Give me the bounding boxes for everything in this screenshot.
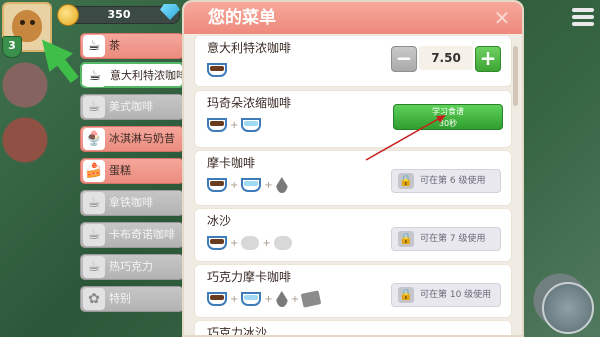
cream-icon — [273, 236, 292, 250]
unlock-level-text: 可在第 10 级使用 — [420, 290, 492, 300]
menu-item: 玛奇朵浓缩咖啡 + 学习食谱 30秒 — [194, 90, 512, 148]
category-special[interactable]: ✿ 特别 — [80, 286, 184, 312]
close-icon[interactable]: ✕ — [492, 8, 512, 28]
unlock-level-text: 可在第 6 级使用 — [420, 176, 486, 186]
unlock-level-text: 可在第 7 级使用 — [420, 234, 486, 244]
panel-title: 您的菜单 — [208, 8, 276, 28]
scrollbar[interactable] — [513, 46, 518, 106]
chocolate-bar-icon — [300, 290, 322, 308]
ice-icon — [241, 236, 260, 250]
menu-item: 巧克力冰沙 — [194, 320, 512, 337]
category-cappuccino[interactable]: ☕ 卡布奇诺咖啡 — [80, 222, 184, 248]
milk-cup-icon — [241, 292, 262, 306]
category-label: 茶 — [109, 39, 120, 52]
menu-panel: 您的菜单 ✕ 意大利特浓咖啡 − 7.50 + 玛奇朵浓缩咖啡 + 学习食谱 3… — [182, 0, 524, 337]
item-name: 意大利特浓咖啡 — [207, 41, 292, 55]
decrease-price-button[interactable]: − — [391, 46, 417, 72]
learn-recipe-button[interactable]: 学习食谱 30秒 — [393, 104, 503, 130]
item-name: 玛奇朵浓缩咖啡 — [207, 96, 292, 110]
chocolate-drop-icon — [275, 291, 288, 307]
item-name: 摩卡咖啡 — [207, 156, 256, 170]
lock-icon: 🔒 — [398, 173, 414, 189]
category-hot-chocolate[interactable]: ☕ 热巧克力 — [80, 254, 184, 280]
category-ice-cream[interactable]: 🍨 冰淇淋与奶昔 — [80, 126, 184, 152]
category-label: 蛋糕 — [109, 164, 131, 177]
locked-status: 🔒 可在第 7 级使用 — [391, 227, 501, 251]
category-cake[interactable]: 🍰 蛋糕 — [80, 158, 184, 184]
learn-recipe-time: 30秒 — [438, 119, 458, 128]
menu-item: 意大利特浓咖啡 − 7.50 + — [194, 35, 512, 87]
category-latte[interactable]: ☕ 拿铁咖啡 — [80, 190, 184, 216]
cappuccino-icon: ☕ — [83, 224, 105, 246]
category-label: 拿铁咖啡 — [109, 196, 153, 209]
espresso-cup-icon — [207, 292, 227, 306]
locked-status: 🔒 可在第 10 级使用 — [391, 283, 501, 307]
espresso-cup-icon — [207, 236, 227, 250]
category-label: 热巧克力 — [109, 260, 153, 273]
espresso-cup-icon — [207, 178, 227, 192]
ice-cream-icon: 🍨 — [83, 128, 105, 150]
locked-status: 🔒 可在第 6 级使用 — [391, 169, 501, 193]
espresso-cup-icon — [207, 118, 227, 132]
ingredients — [207, 58, 227, 82]
menu-item: 摩卡咖啡 + + 🔒 可在第 6 级使用 — [194, 150, 512, 206]
ingredients: + + + — [207, 287, 322, 311]
chocolate-drop-icon — [275, 177, 288, 193]
eye — [20, 20, 25, 25]
learn-recipe-label: 学习食谱 — [432, 107, 464, 116]
item-name: 巧克力冰沙 — [207, 326, 268, 337]
ingredients: + + — [207, 231, 292, 255]
item-name: 巧克力摩卡咖啡 — [207, 270, 292, 284]
tutorial-arrow-green — [41, 39, 79, 84]
category-label: 冰淇淋与奶昔 — [109, 132, 175, 145]
item-name: 冰沙 — [207, 214, 232, 228]
category-label: 特别 — [109, 292, 131, 305]
hamburger-icon[interactable] — [572, 8, 594, 26]
ingredients: + + — [207, 173, 288, 197]
ingredients: + — [207, 113, 262, 137]
menu-item: 冰沙 + + 🔒 可在第 7 级使用 — [194, 208, 512, 262]
tool-icon[interactable] — [542, 282, 594, 334]
milk-cup-icon — [241, 178, 262, 192]
increase-price-button[interactable]: + — [475, 46, 501, 72]
special-icon: ✿ — [83, 288, 105, 310]
level-badge: 3 — [2, 36, 22, 58]
eye — [30, 20, 35, 25]
latte-icon: ☕ — [83, 192, 105, 214]
lock-icon: 🔒 — [398, 287, 414, 303]
lock-icon: 🔒 — [398, 231, 414, 247]
cake-icon: 🍰 — [83, 160, 105, 182]
category-label: 意大利特浓咖啡 — [110, 69, 187, 82]
hot-chocolate-icon: ☕ — [83, 256, 105, 278]
menu-item: 巧克力摩卡咖啡 + + + 🔒 可在第 10 级使用 — [194, 264, 512, 318]
category-label: 美式咖啡 — [109, 100, 153, 113]
category-label: 卡布奇诺咖啡 — [109, 228, 175, 241]
milk-cup-icon — [241, 118, 262, 132]
price-value: 7.50 — [419, 46, 473, 70]
panel-header: 您的菜单 ✕ — [184, 2, 522, 34]
espresso-cup-icon — [207, 63, 227, 77]
price-stepper: − 7.50 + — [391, 46, 501, 72]
